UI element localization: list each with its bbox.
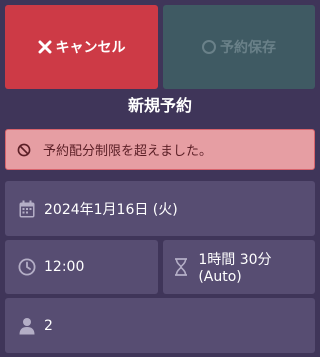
x-icon	[38, 40, 52, 54]
circle-icon	[202, 40, 216, 54]
party-size-field[interactable]: 2	[5, 298, 315, 353]
save-label: 予約保存	[220, 40, 276, 56]
ban-icon	[17, 143, 31, 157]
duration-value: 1時間 30分 (Auto)	[198, 252, 272, 285]
cancel-label: キャンセル	[55, 40, 126, 56]
clock-icon	[18, 258, 36, 276]
hourglass-icon	[172, 258, 189, 276]
time-field[interactable]: 12:00	[5, 240, 158, 294]
date-field[interactable]: 2024年1月16日 (火)	[5, 181, 315, 236]
alert-banner: 予約配分制限を超えました。	[5, 129, 315, 170]
alert-message: 予約配分制限を超えました。	[43, 144, 213, 159]
cancel-button[interactable]: キャンセル	[5, 5, 158, 89]
date-value: 2024年1月16日 (火)	[44, 201, 178, 218]
calendar-icon	[18, 200, 36, 218]
party-size-value: 2	[44, 317, 53, 334]
duration-field[interactable]: 1時間 30分 (Auto)	[163, 240, 315, 294]
page-title: 新規予約	[127, 96, 192, 115]
person-icon	[18, 317, 36, 335]
time-value: 12:00	[44, 259, 85, 275]
save-reservation-button[interactable]: 予約保存	[163, 5, 315, 89]
